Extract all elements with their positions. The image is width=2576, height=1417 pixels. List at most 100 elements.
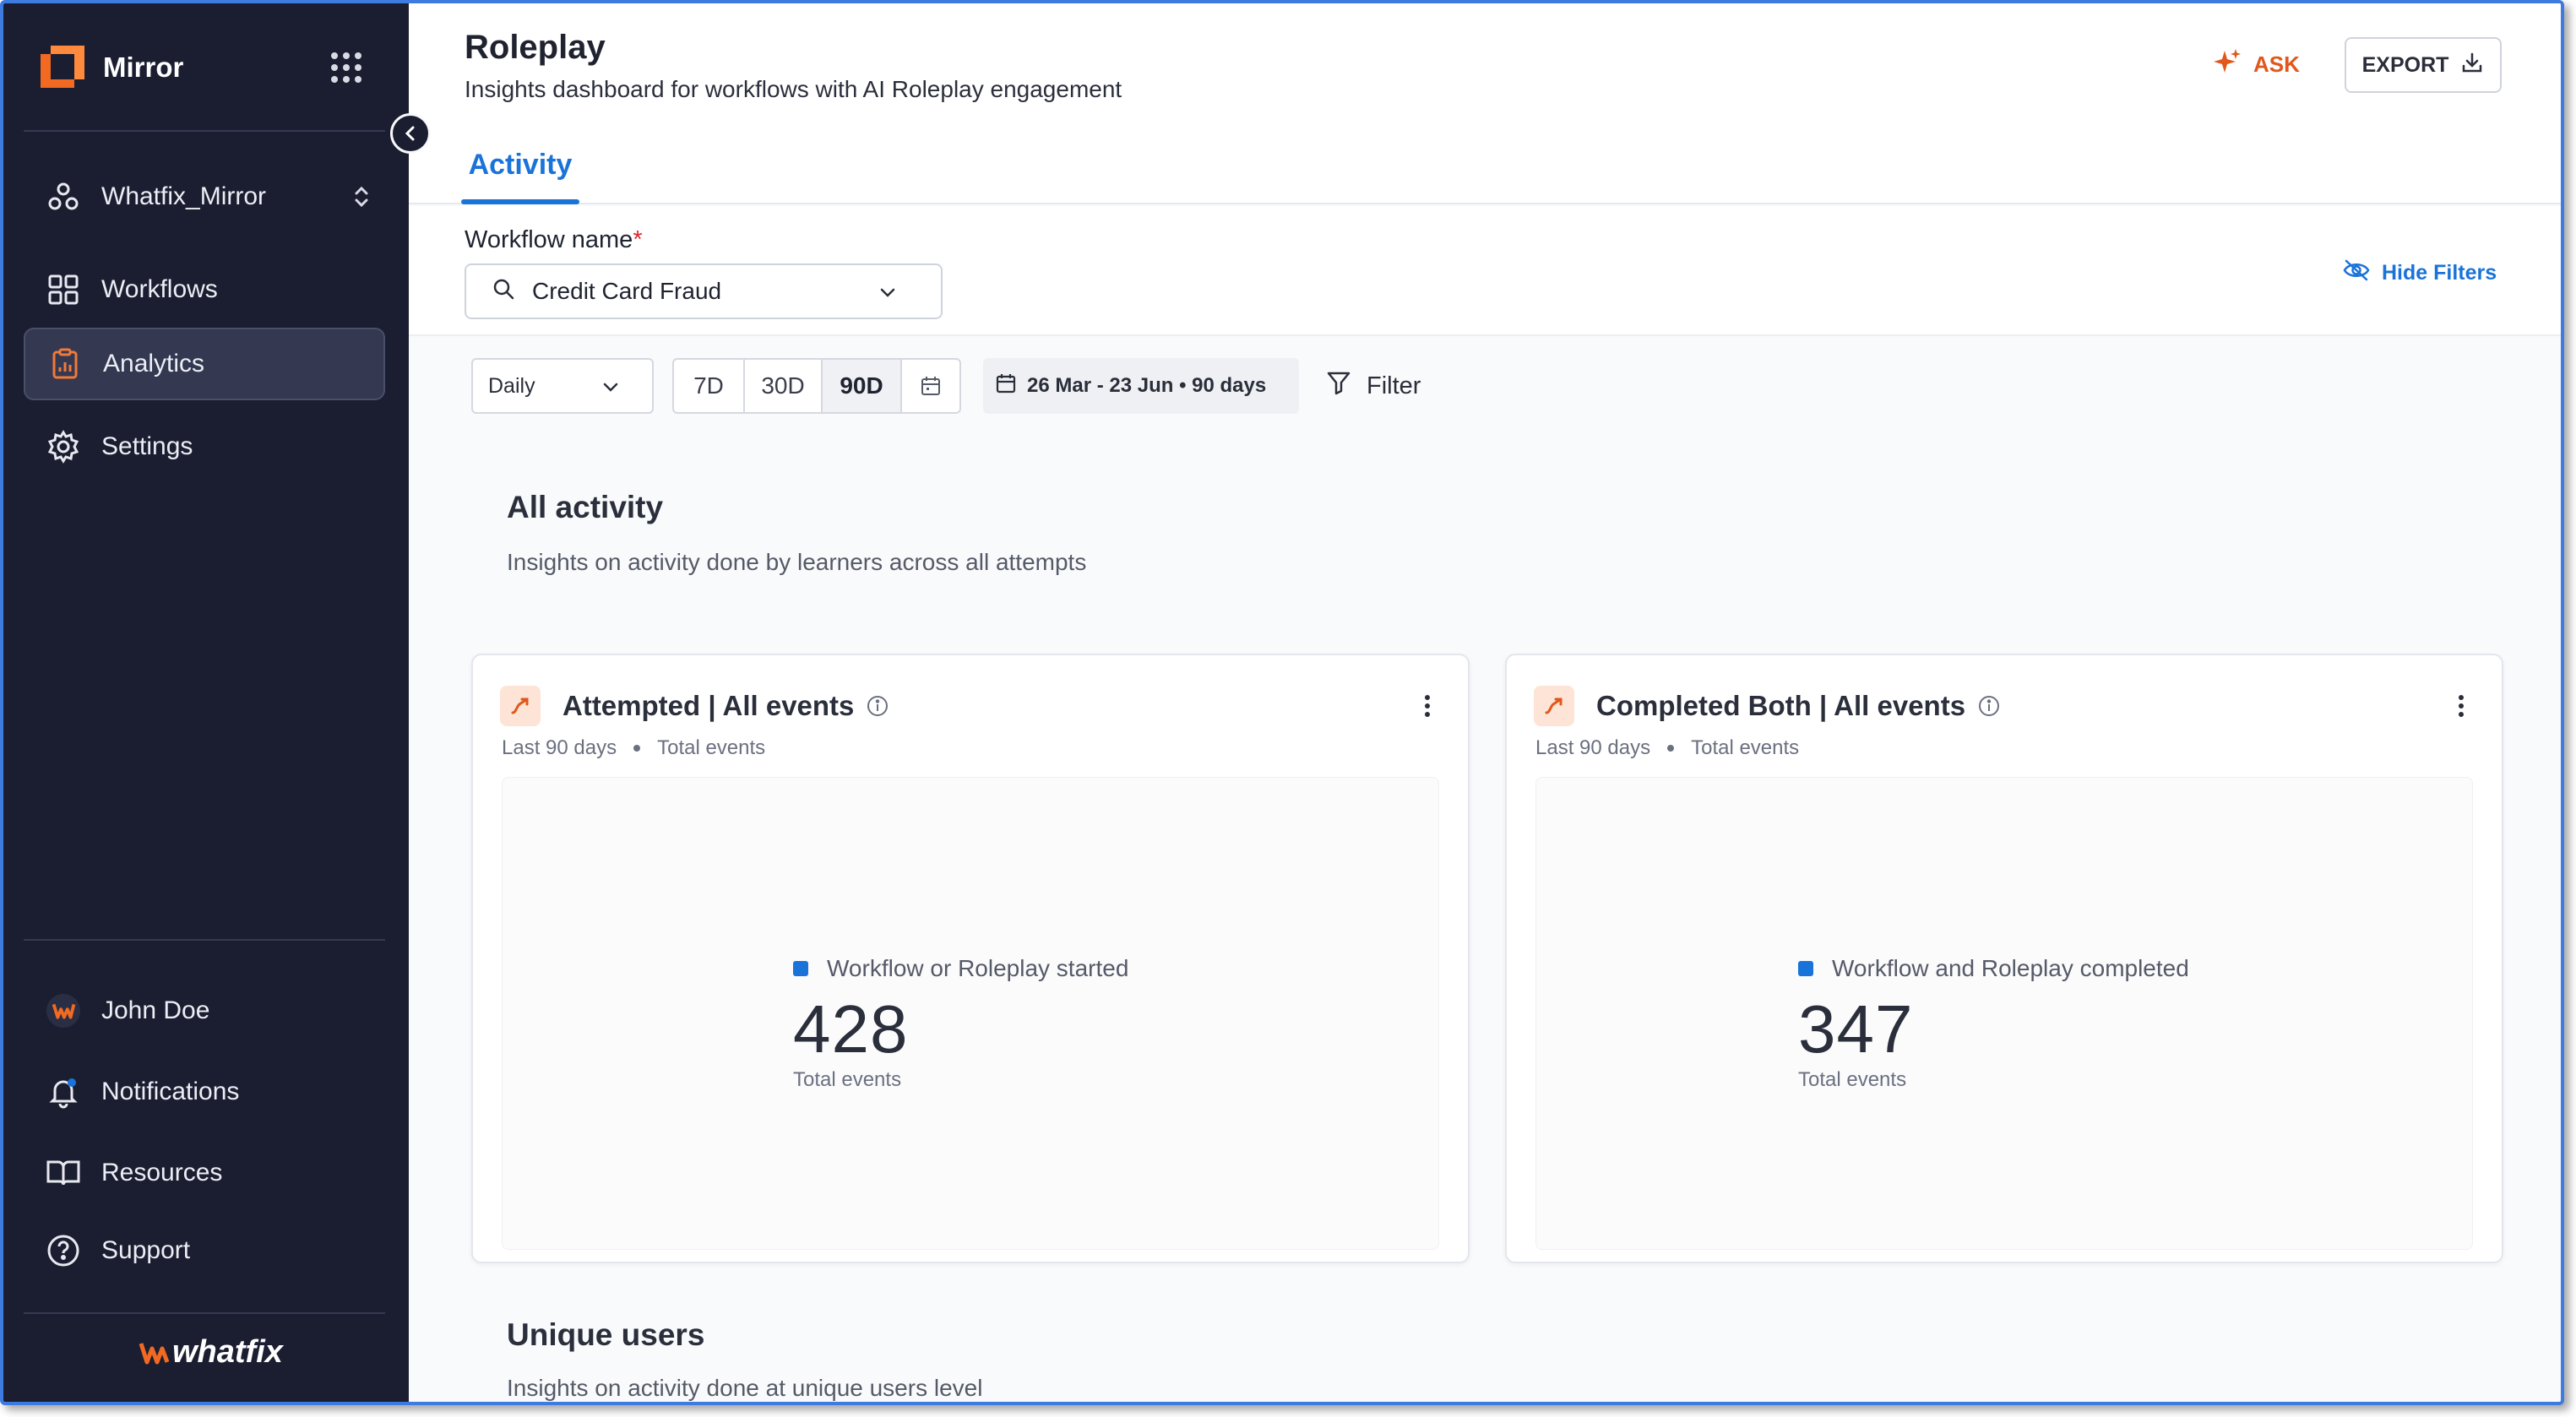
sidebar-item-analytics[interactable]: Analytics — [24, 328, 385, 400]
download-icon — [2460, 51, 2484, 80]
legend-label: Workflow and Roleplay completed — [1832, 955, 2189, 981]
trend-icon — [500, 686, 541, 726]
calendar-icon — [921, 377, 940, 395]
granularity-select[interactable]: Daily — [471, 358, 654, 414]
whatfix-logo: whatfix — [139, 1334, 283, 1371]
collapse-sidebar-button[interactable] — [390, 113, 431, 154]
kebab-menu-icon[interactable] — [2456, 692, 2466, 724]
sparkle-icon — [2213, 47, 2242, 82]
ask-label: ASK — [2253, 52, 2300, 77]
trend-icon — [1534, 686, 1574, 726]
search-icon — [492, 277, 515, 307]
app-switcher-grid-icon[interactable] — [331, 52, 361, 83]
metric-card-completed-both: Completed Both | All events Last 90 days… — [1505, 654, 2503, 1263]
avatar — [46, 993, 81, 1029]
sidebar-divider — [24, 130, 385, 132]
date-range-chip[interactable]: 26 Mar - 23 Jun • 90 days — [983, 358, 1299, 414]
range-90d-button[interactable]: 90D — [823, 360, 902, 412]
sidebar-item-label: Notifications — [101, 1078, 240, 1105]
date-range-text: 26 Mar - 23 Jun • 90 days — [1027, 374, 1267, 397]
sidebar-item-notifications[interactable]: Notifications — [24, 1056, 385, 1128]
sidebar-divider — [24, 939, 385, 941]
sidebar-item-label: Settings — [101, 432, 193, 460]
card-metric-type: Total events — [1691, 736, 1800, 759]
section-title-all-activity: All activity — [507, 490, 664, 524]
export-button[interactable]: EXPORT — [2345, 37, 2502, 93]
sidebar-item-support[interactable]: Support — [24, 1214, 385, 1287]
metric-unit: Total events — [793, 1068, 902, 1091]
hide-filters-button[interactable]: Hide Filters — [2343, 258, 2497, 288]
brand[interactable]: Mirror — [41, 46, 183, 90]
workspace-switcher[interactable]: Whatfix_Mirror — [24, 160, 385, 233]
custom-range-button[interactable] — [902, 360, 959, 412]
ask-button[interactable]: ASK — [2213, 47, 2300, 82]
workflow-name-label-text: Workflow name — [465, 226, 633, 253]
kebab-menu-icon[interactable] — [1422, 692, 1432, 724]
legend-swatch — [793, 961, 808, 976]
card-header: Completed Both | All events — [1534, 686, 2475, 726]
page-header: Roleplay Insights dashboard for workflow… — [409, 3, 2561, 204]
range-30d-button[interactable]: 30D — [745, 360, 823, 412]
sidebar: Mirror Whatfix_Mirror Workflows Analytic… — [3, 3, 409, 1402]
section-subtitle-unique-users: Insights on activity done at unique user… — [507, 1375, 983, 1401]
mirror-logo-icon — [41, 46, 84, 90]
export-label: EXPORT — [2361, 52, 2449, 77]
legend-label: Workflow or Roleplay started — [827, 955, 1129, 981]
funnel-icon — [1326, 370, 1351, 402]
footer-brand: whatfix — [172, 1334, 283, 1370]
granularity-value: Daily — [488, 373, 535, 398]
page-title: Roleplay — [465, 29, 606, 66]
workspace-name: Whatfix_Mirror — [101, 182, 267, 210]
range-7d-button[interactable]: 7D — [674, 360, 745, 412]
separator-dot — [1667, 745, 1675, 752]
workflow-select[interactable]: Credit Card Fraud — [465, 263, 943, 319]
bell-icon — [46, 1074, 81, 1110]
sidebar-item-profile[interactable]: John Doe — [24, 975, 385, 1047]
metric-card-attempted: Attempted | All events Last 90 days Tota… — [471, 654, 1470, 1263]
grid-icon — [46, 272, 81, 307]
whatfix-mark-icon — [139, 1342, 170, 1364]
separator-dot — [633, 745, 641, 752]
sidebar-item-label: Workflows — [101, 275, 218, 303]
card-title: Attempted | All events — [562, 690, 855, 721]
help-circle-icon — [46, 1233, 81, 1268]
filter-button[interactable]: Filter — [1326, 370, 1421, 402]
app-name: Mirror — [103, 52, 184, 83]
clipboard-chart-icon — [47, 346, 83, 382]
updown-chevron-icon — [351, 182, 372, 218]
filters-panel: Workflow name* Credit Card Fraud Hide Fi… — [409, 206, 2561, 336]
metric-legend: Workflow or Roleplay started — [793, 955, 1128, 982]
card-body: Workflow or Roleplay started 428 Total e… — [502, 777, 1439, 1250]
sidebar-item-workflows[interactable]: Workflows — [24, 253, 385, 326]
metric-legend: Workflow and Roleplay completed — [1798, 955, 2189, 982]
card-title: Completed Both | All events — [1596, 690, 1966, 721]
chevron-down-icon — [600, 377, 622, 404]
gear-icon — [46, 429, 81, 464]
date-controls: Daily 7D 30D 90D 26 Mar - 23 Jun • 90 da… — [409, 351, 2561, 414]
page-subtitle: Insights dashboard for workflows with AI… — [465, 76, 1122, 102]
card-meta: Last 90 days Total events — [1535, 736, 1799, 760]
sidebar-divider — [24, 1312, 385, 1314]
info-icon[interactable] — [866, 694, 889, 718]
info-icon[interactable] — [1977, 694, 2001, 718]
filter-label: Filter — [1367, 372, 1421, 399]
book-icon — [46, 1155, 81, 1191]
workflow-name-label: Workflow name* — [465, 226, 643, 254]
range-segmented-control: 7D 30D 90D — [672, 358, 961, 414]
workflow-select-value: Credit Card Fraud — [532, 278, 722, 304]
sidebar-item-label: John Doe — [101, 996, 210, 1024]
tab-activity[interactable]: Activity — [461, 142, 579, 204]
sidebar-item-resources[interactable]: Resources — [24, 1137, 385, 1209]
hide-filters-label: Hide Filters — [2382, 261, 2497, 285]
sidebar-item-label: Resources — [101, 1159, 223, 1186]
card-metric-type: Total events — [657, 736, 766, 759]
card-meta: Last 90 days Total events — [502, 736, 765, 760]
metric-display: Workflow and Roleplay completed 347 Tota… — [1798, 955, 2189, 1092]
eye-off-icon — [2343, 258, 2370, 288]
card-body: Workflow and Roleplay completed 347 Tota… — [1535, 777, 2473, 1250]
metric-value: 428 — [793, 991, 909, 1067]
sidebar-item-settings[interactable]: Settings — [24, 410, 385, 483]
main-content: Roleplay Insights dashboard for workflow… — [409, 3, 2561, 1402]
sidebar-item-label: Support — [101, 1236, 191, 1264]
card-period: Last 90 days — [1535, 736, 1651, 759]
